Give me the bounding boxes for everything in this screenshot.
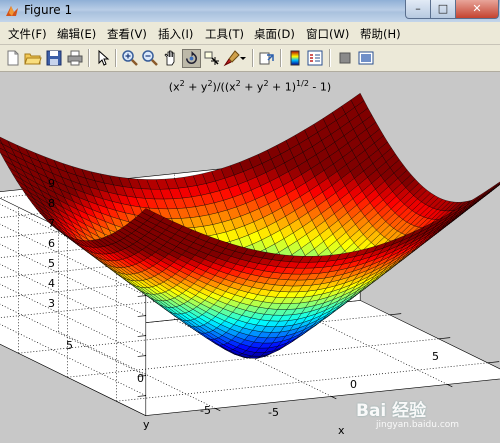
figure-window: Figure 1 – □ ✕ 文件(F) 编辑(E) 查看(V) 插入(I) 工…	[0, 0, 500, 443]
x-tick	[331, 396, 337, 400]
x-tick	[447, 384, 453, 388]
x-axis-label: x	[338, 424, 345, 437]
baidu-watermark: Bai 经验	[356, 401, 427, 421]
z-tick-label: 7	[48, 217, 55, 230]
z-tick-label: 9	[48, 177, 55, 190]
z-tick-label: 8	[48, 197, 55, 210]
z-tick-label: 3	[48, 297, 55, 310]
y-tick	[438, 337, 451, 340]
y-tick	[487, 361, 500, 364]
y-tick-label: -5	[200, 404, 211, 417]
y-tick-label: 0	[137, 372, 144, 385]
surface-plot[interactable]	[0, 0, 500, 443]
x-tick-label: 0	[350, 378, 357, 391]
x-tick-label: -5	[268, 406, 279, 419]
y-axis-label: y	[143, 418, 150, 431]
y-tick	[389, 313, 402, 316]
x-tick	[215, 408, 221, 412]
z-tick-label: 4	[48, 277, 55, 290]
z-tick-label: 6	[48, 237, 55, 250]
surface-face	[485, 182, 499, 194]
baidu-watermark-url: jingyan.baidu.com	[376, 420, 460, 430]
x-tick-label: 5	[432, 350, 439, 363]
z-tick-label: 5	[48, 257, 55, 270]
y-tick-label: 5	[66, 339, 73, 352]
